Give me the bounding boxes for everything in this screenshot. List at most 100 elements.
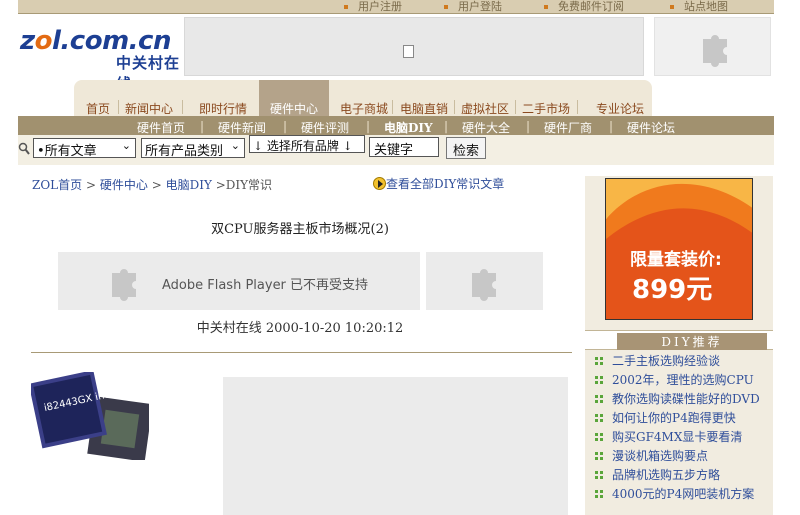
subnav-divider: | <box>444 119 449 133</box>
flash-unsupported-message: Adobe Flash Player 已不再受支持 <box>162 278 369 293</box>
article-source-date: 中关村在线 2000-10-20 10:20:12 <box>196 321 404 336</box>
divider <box>31 352 572 353</box>
breadcrumb-current: DIY常识 <box>225 178 273 192</box>
breadcrumb-sep: > <box>151 178 166 192</box>
flash-placeholder: Adobe Flash Player 已不再受支持 <box>58 252 420 310</box>
tab-divider <box>392 100 393 114</box>
search-bar: •所有文章 ⌄ 所有产品类别 ⌄ ↓ 选择所有品牌 ↓ 关键字 检索 <box>18 135 774 165</box>
subnav-forum[interactable]: 硬件论坛 <box>627 119 675 136</box>
subnav-vendors[interactable]: 硬件厂商 <box>544 119 592 136</box>
plugin-puzzle-icon <box>104 261 144 301</box>
list-item-label: 购买GF4MX显卡要看清 <box>612 430 743 444</box>
breadcrumb-diy[interactable]: 电脑DIY <box>166 178 212 192</box>
tab-quotes[interactable]: 即时行情 <box>199 100 247 116</box>
list-item-label: 2002年，理性的选购CPU <box>612 373 754 387</box>
tab-news[interactable]: 新闻中心 <box>125 100 173 116</box>
subnav-hardware-news[interactable]: 硬件新闻 <box>218 119 266 136</box>
tab-secondhand[interactable]: 二手市场 <box>522 100 570 116</box>
list-item[interactable]: 2002年，理性的选购CPU <box>595 371 754 390</box>
diy-recommend-title: DIY推荐 <box>617 333 767 350</box>
subnav-catalog[interactable]: 硬件大全 <box>462 119 510 136</box>
subnav-divider: | <box>283 119 288 133</box>
subnav-diy[interactable]: 电脑DIY <box>384 119 433 136</box>
tab-community[interactable]: 虚拟社区 <box>461 100 509 116</box>
bullet-icon <box>595 433 603 441</box>
list-item[interactable]: 漫谈机箱选购要点 <box>595 447 708 466</box>
main-nav-tabs: 首页 新闻中心 即时行情 硬件中心 电子商城 电脑直销 虚拟社区 二手市场 专业… <box>74 80 652 116</box>
bullet-icon <box>595 414 603 422</box>
view-all-link[interactable]: 查看全部DIY常识文章 <box>373 175 504 192</box>
list-item-label: 如何让你的P4跑得更快 <box>612 411 736 425</box>
zol-logo[interactable]: zol.com.cn 中关村在线 <box>20 26 185 93</box>
ad-price: 899元 <box>632 275 713 305</box>
plugin-placeholder-top <box>654 17 771 76</box>
list-item[interactable]: 4000元的P4网吧装机方案 <box>595 485 754 504</box>
tab-divider <box>182 100 183 114</box>
view-all-label: 查看全部DIY常识文章 <box>386 177 505 191</box>
article-type-value: •所有文章 <box>37 144 97 159</box>
bullet-icon <box>595 490 603 498</box>
breadcrumb-hardware[interactable]: 硬件中心 <box>100 178 148 192</box>
list-item[interactable]: 教你选购读碟性能好的DVD <box>595 390 760 409</box>
tab-divider <box>454 100 455 114</box>
tab-divider <box>577 100 578 114</box>
diy-recommend-header: DIY推荐 <box>585 330 773 350</box>
hardware-subnav: 硬件首页 | 硬件新闻 | 硬件评测 | 电脑DIY | 硬件大全 | 硬件厂商… <box>18 116 774 135</box>
bullet-icon <box>595 471 603 479</box>
bullet-icon <box>595 376 603 384</box>
flash-placeholder-small <box>426 252 543 310</box>
sitemap-link[interactable]: 站点地图 <box>670 0 728 14</box>
top-utility-bar: 用户注册 用户登陆 免费邮件订阅 站点地图 <box>18 0 774 14</box>
image-placeholder <box>223 377 568 515</box>
search-icon <box>18 142 30 156</box>
list-item-label: 4000元的P4网吧装机方案 <box>612 487 755 501</box>
subnav-reviews[interactable]: 硬件评测 <box>301 119 349 136</box>
article-title: 双CPU服务器主板市场概况(2) <box>211 222 389 237</box>
tab-home[interactable]: 首页 <box>86 100 110 116</box>
ad-price-label: 限量套装价: <box>630 250 722 270</box>
product-category-value: 所有产品类别 <box>145 144 224 159</box>
list-item[interactable]: 二手主板选购经验谈 <box>595 352 720 371</box>
play-arrow-icon <box>373 177 386 190</box>
breadcrumb-home[interactable]: ZOL首页 <box>32 178 82 192</box>
list-item-label: 漫谈机箱选购要点 <box>612 449 709 463</box>
product-category-select[interactable]: 所有产品类别 ⌄ <box>141 138 245 159</box>
chipset-image: i82443GX intel <box>28 370 153 462</box>
login-link[interactable]: 用户登陆 <box>444 0 502 14</box>
bullet-icon <box>595 395 603 403</box>
plugin-puzzle-icon <box>695 27 735 67</box>
brand-select[interactable]: ↓ 选择所有品牌 ↓ <box>249 135 365 153</box>
keyword-input[interactable]: 关键字 <box>369 137 439 158</box>
promo-ad[interactable]: 限量套装价: 899元 <box>605 178 753 320</box>
search-button[interactable]: 检索 <box>446 137 487 159</box>
chevron-down-icon: ⌄ <box>121 139 131 152</box>
list-item-label: 教你选购读碟性能好的DVD <box>612 392 760 406</box>
list-item-label: 品牌机选购五步方略 <box>612 468 721 482</box>
list-item-label: 二手主板选购经验谈 <box>612 354 721 368</box>
list-item[interactable]: 品牌机选购五步方略 <box>595 466 720 485</box>
list-item[interactable]: 如何让你的P4跑得更快 <box>595 409 736 428</box>
broken-image-icon <box>403 45 414 58</box>
plugin-puzzle-icon <box>464 261 504 301</box>
tab-direct-sales[interactable]: 电脑直销 <box>400 100 448 116</box>
bullet-icon <box>595 452 603 460</box>
article-type-select[interactable]: •所有文章 ⌄ <box>33 138 136 159</box>
right-sidebar: 限量套装价: 899元 DIY推荐 二手主板选购经验谈 2002年，理性的选购C… <box>585 176 773 515</box>
subnav-divider: | <box>366 119 371 133</box>
bullet-icon <box>595 357 603 365</box>
list-item[interactable]: 购买GF4MX显卡要看清 <box>595 428 742 447</box>
breadcrumb-sep: > <box>85 178 100 192</box>
tab-divider <box>515 100 516 114</box>
tab-mall[interactable]: 电子商城 <box>340 100 388 116</box>
top-banner-ad[interactable] <box>184 17 644 76</box>
subnav-divider: | <box>526 119 531 133</box>
subnav-divider: | <box>200 119 205 133</box>
tab-forum[interactable]: 专业论坛 <box>596 100 644 116</box>
breadcrumb-sep: > <box>215 178 226 192</box>
register-link[interactable]: 用户注册 <box>344 0 402 14</box>
tab-hardware[interactable]: 硬件中心 <box>259 80 329 116</box>
subscribe-link[interactable]: 免费邮件订阅 <box>544 0 624 14</box>
chevron-down-icon: ⌄ <box>230 139 240 152</box>
subnav-hardware-home[interactable]: 硬件首页 <box>137 119 185 136</box>
subnav-divider: | <box>609 119 614 133</box>
